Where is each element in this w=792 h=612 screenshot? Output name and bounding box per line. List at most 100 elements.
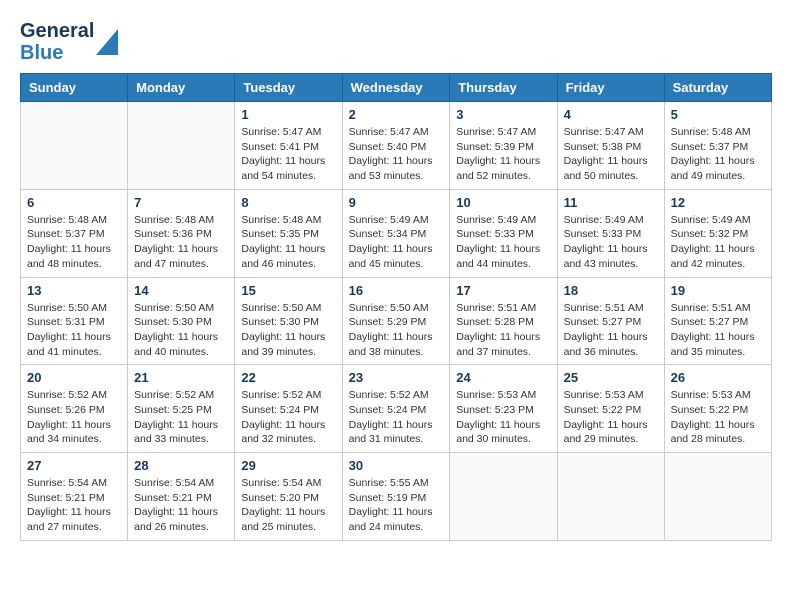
calendar-cell: 16Sunrise: 5:50 AMSunset: 5:29 PMDayligh…	[342, 277, 450, 365]
calendar-cell: 5 Sunrise: 5:48 AMSunset: 5:37 PMDaylight…	[664, 102, 771, 190]
calendar-cell: 2Sunrise: 5:47 AMSunset: 5:40 PMDaylight…	[342, 102, 450, 190]
calendar-cell: 28 Sunrise: 5:54 AMSunset: 5:21 PMDayligh…	[128, 453, 235, 541]
day-number: 1	[241, 107, 335, 122]
calendar-cell	[128, 102, 235, 190]
cell-info: Sunrise: 5:48 AMSunset: 5:35 PMDaylight:…	[241, 213, 335, 272]
calendar-table: SundayMondayTuesdayWednesdayThursdayFrid…	[20, 73, 772, 541]
day-number: 27	[27, 458, 121, 473]
col-header-friday: Friday	[557, 74, 664, 102]
calendar-cell: 26 Sunrise: 5:53 AMSunset: 5:22 PMDayligh…	[664, 365, 771, 453]
calendar-week-row: 20 Sunrise: 5:52 AMSunset: 5:26 PMDayligh…	[21, 365, 772, 453]
cell-info: Sunrise: 5:54 AMSunset: 5:21 PMDaylight:…	[134, 476, 228, 535]
logo-triangle-icon	[96, 29, 118, 55]
cell-info: Sunrise: 5:49 AMSunset: 5:33 PMDaylight:…	[456, 213, 550, 272]
cell-info: Sunrise: 5:52 AMSunset: 5:26 PMDaylight:…	[27, 388, 121, 447]
cell-info: Sunrise: 5:48 AMSunset: 5:37 PMDaylight:…	[27, 213, 121, 272]
calendar-cell: 8 Sunrise: 5:48 AMSunset: 5:35 PMDaylight…	[235, 189, 342, 277]
cell-info: Sunrise: 5:49 AMSunset: 5:34 PMDaylight:…	[349, 213, 444, 272]
cell-info: Sunrise: 5:49 AMSunset: 5:33 PMDaylight:…	[564, 213, 658, 272]
day-number: 29	[241, 458, 335, 473]
calendar-cell: 19 Sunrise: 5:51 AMSunset: 5:27 PMDayligh…	[664, 277, 771, 365]
day-number: 14	[134, 283, 228, 298]
cell-info: Sunrise: 5:51 AMSunset: 5:27 PMDaylight:…	[671, 301, 765, 360]
cell-info: Sunrise: 5:54 AMSunset: 5:20 PMDaylight:…	[241, 476, 335, 535]
cell-info: Sunrise: 5:51 AMSunset: 5:28 PMDaylight:…	[456, 301, 550, 360]
cell-info: Sunrise: 5:54 AMSunset: 5:21 PMDaylight:…	[27, 476, 121, 535]
calendar-cell: 14 Sunrise: 5:50 AMSunset: 5:30 PMDayligh…	[128, 277, 235, 365]
day-number: 19	[671, 283, 765, 298]
day-number: 13	[27, 283, 121, 298]
day-number: 21	[134, 370, 228, 385]
cell-info: Sunrise: 5:50 AMSunset: 5:29 PMDaylight:…	[349, 301, 444, 360]
cell-info: Sunrise: 5:51 AMSunset: 5:27 PMDaylight:…	[564, 301, 658, 360]
calendar-cell: 4 Sunrise: 5:47 AMSunset: 5:38 PMDaylight…	[557, 102, 664, 190]
cell-info: Sunrise: 5:52 AMSunset: 5:25 PMDaylight:…	[134, 388, 228, 447]
cell-info: Sunrise: 5:49 AMSunset: 5:32 PMDaylight:…	[671, 213, 765, 272]
day-number: 8	[241, 195, 335, 210]
calendar-cell	[557, 453, 664, 541]
day-number: 20	[27, 370, 121, 385]
day-number: 22	[241, 370, 335, 385]
calendar-cell: 7 Sunrise: 5:48 AMSunset: 5:36 PMDaylight…	[128, 189, 235, 277]
day-number: 30	[349, 458, 444, 473]
calendar-cell: 24Sunrise: 5:53 AMSunset: 5:23 PMDayligh…	[450, 365, 557, 453]
calendar-cell: 13 Sunrise: 5:50 AMSunset: 5:31 PMDayligh…	[21, 277, 128, 365]
cell-info: Sunrise: 5:50 AMSunset: 5:31 PMDaylight:…	[27, 301, 121, 360]
day-number: 26	[671, 370, 765, 385]
calendar-header-row: SundayMondayTuesdayWednesdayThursdayFrid…	[21, 74, 772, 102]
cell-info: Sunrise: 5:50 AMSunset: 5:30 PMDaylight:…	[241, 301, 335, 360]
calendar-cell	[664, 453, 771, 541]
col-header-wednesday: Wednesday	[342, 74, 450, 102]
calendar-cell: 18 Sunrise: 5:51 AMSunset: 5:27 PMDayligh…	[557, 277, 664, 365]
logo: General Blue	[20, 20, 118, 63]
cell-info: Sunrise: 5:48 AMSunset: 5:36 PMDaylight:…	[134, 213, 228, 272]
calendar-cell: 30Sunrise: 5:55 AMSunset: 5:19 PMDayligh…	[342, 453, 450, 541]
day-number: 28	[134, 458, 228, 473]
calendar-cell: 29 Sunrise: 5:54 AMSunset: 5:20 PMDayligh…	[235, 453, 342, 541]
col-header-thursday: Thursday	[450, 74, 557, 102]
day-number: 10	[456, 195, 550, 210]
calendar-cell: 11 Sunrise: 5:49 AMSunset: 5:33 PMDayligh…	[557, 189, 664, 277]
calendar-week-row: 13 Sunrise: 5:50 AMSunset: 5:31 PMDayligh…	[21, 277, 772, 365]
calendar-cell: 21 Sunrise: 5:52 AMSunset: 5:25 PMDayligh…	[128, 365, 235, 453]
calendar-week-row: 27 Sunrise: 5:54 AMSunset: 5:21 PMDayligh…	[21, 453, 772, 541]
day-number: 4	[564, 107, 658, 122]
calendar-cell: 10 Sunrise: 5:49 AMSunset: 5:33 PMDayligh…	[450, 189, 557, 277]
cell-info: Sunrise: 5:50 AMSunset: 5:30 PMDaylight:…	[134, 301, 228, 360]
day-number: 11	[564, 195, 658, 210]
day-number: 24	[456, 370, 550, 385]
cell-info: Sunrise: 5:47 AMSunset: 5:40 PMDaylight:…	[349, 125, 444, 184]
calendar-cell: 6 Sunrise: 5:48 AMSunset: 5:37 PMDaylight…	[21, 189, 128, 277]
day-number: 5	[671, 107, 765, 122]
calendar-cell: 20 Sunrise: 5:52 AMSunset: 5:26 PMDayligh…	[21, 365, 128, 453]
calendar-cell: 27 Sunrise: 5:54 AMSunset: 5:21 PMDayligh…	[21, 453, 128, 541]
cell-info: Sunrise: 5:53 AMSunset: 5:22 PMDaylight:…	[671, 388, 765, 447]
col-header-monday: Monday	[128, 74, 235, 102]
calendar-week-row: 6 Sunrise: 5:48 AMSunset: 5:37 PMDaylight…	[21, 189, 772, 277]
calendar-cell: 3Sunrise: 5:47 AMSunset: 5:39 PMDaylight…	[450, 102, 557, 190]
day-number: 12	[671, 195, 765, 210]
cell-info: Sunrise: 5:48 AMSunset: 5:37 PMDaylight:…	[671, 125, 765, 184]
calendar-cell: 1Sunrise: 5:47 AMSunset: 5:41 PMDaylight…	[235, 102, 342, 190]
calendar-cell: 12 Sunrise: 5:49 AMSunset: 5:32 PMDayligh…	[664, 189, 771, 277]
cell-info: Sunrise: 5:47 AMSunset: 5:39 PMDaylight:…	[456, 125, 550, 184]
day-number: 18	[564, 283, 658, 298]
day-number: 15	[241, 283, 335, 298]
day-number: 23	[349, 370, 444, 385]
cell-info: Sunrise: 5:52 AMSunset: 5:24 PMDaylight:…	[241, 388, 335, 447]
day-number: 25	[564, 370, 658, 385]
col-header-sunday: Sunday	[21, 74, 128, 102]
cell-info: Sunrise: 5:47 AMSunset: 5:38 PMDaylight:…	[564, 125, 658, 184]
day-number: 6	[27, 195, 121, 210]
day-number: 9	[349, 195, 444, 210]
page-header: General Blue	[20, 20, 772, 63]
calendar-cell: 15 Sunrise: 5:50 AMSunset: 5:30 PMDayligh…	[235, 277, 342, 365]
calendar-cell	[450, 453, 557, 541]
calendar-cell: 25Sunrise: 5:53 AMSunset: 5:22 PMDayligh…	[557, 365, 664, 453]
calendar-cell: 9 Sunrise: 5:49 AMSunset: 5:34 PMDaylight…	[342, 189, 450, 277]
cell-info: Sunrise: 5:52 AMSunset: 5:24 PMDaylight:…	[349, 388, 444, 447]
day-number: 7	[134, 195, 228, 210]
calendar-cell: 23 Sunrise: 5:52 AMSunset: 5:24 PMDayligh…	[342, 365, 450, 453]
day-number: 17	[456, 283, 550, 298]
calendar-cell: 22 Sunrise: 5:52 AMSunset: 5:24 PMDayligh…	[235, 365, 342, 453]
